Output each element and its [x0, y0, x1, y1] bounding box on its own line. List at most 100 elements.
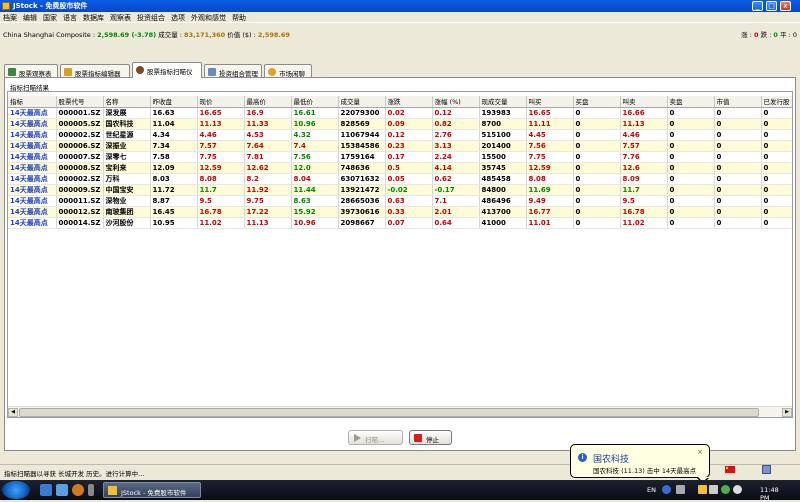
- column-header[interactable]: 成交量: [338, 96, 386, 108]
- table-cell: 0: [573, 107, 621, 119]
- table-cell: 8.87: [150, 195, 198, 207]
- table-row[interactable]: 14天最高点 000012.SZ 南玻集团 16.45 16.78 17.22 15.92 3…: [8, 206, 792, 218]
- table-row[interactable]: 14天最高点 000005.SZ 国农科技 11.04 11.13 11.33 10.96 8…: [8, 118, 792, 130]
- table-cell: 000009.SZ: [56, 184, 104, 196]
- table-cell: 11.02: [620, 217, 668, 229]
- column-header[interactable]: 昨收盘: [150, 96, 198, 108]
- volume-icon[interactable]: [733, 485, 742, 494]
- security-icon[interactable]: [709, 485, 718, 494]
- china-flag-icon[interactable]: [725, 466, 735, 473]
- table-cell: 0: [573, 173, 621, 185]
- tab-indicator-editor[interactable]: 股票指标编辑器: [60, 64, 130, 78]
- table-cell: 11067944: [338, 129, 386, 141]
- show-desktop-icon[interactable]: [40, 484, 52, 496]
- table-row[interactable]: 14天最高点 000009.SZ 中国宝安 11.72 11.7 11.92 11.44 13…: [8, 184, 792, 196]
- menu-look-and-feel[interactable]: 外观和感觉: [188, 12, 229, 23]
- table-cell: 深振业: [103, 140, 151, 152]
- down-label: 跌 :: [760, 31, 772, 39]
- horizontal-scrollbar[interactable]: ◀ ▶: [8, 406, 792, 417]
- help-icon[interactable]: [662, 485, 671, 494]
- tab-portfolio-management[interactable]: 投资组合管理: [204, 64, 262, 78]
- table-row[interactable]: 14天最高点 000006.SZ 深振业 7.34 7.57 7.64 7.4 1538458…: [8, 140, 792, 152]
- table-cell: 0.09: [385, 118, 433, 130]
- column-header[interactable]: 卖盘: [667, 96, 715, 108]
- menu-watchlist[interactable]: 观察表: [107, 12, 134, 23]
- table-row[interactable]: 14天最高点 000014.SZ 沙河股份 10.95 11.02 11.13 10.96 2…: [8, 217, 792, 229]
- keyboard-icon[interactable]: [676, 485, 685, 494]
- table-cell: 0.07: [385, 217, 433, 229]
- scan-button[interactable]: 扫瞄...: [348, 430, 403, 445]
- table-row[interactable]: 14天最高点 000002.SZ 世纪星源 4.34 4.46 4.53 4.32 11067…: [8, 129, 792, 141]
- column-header[interactable]: 买盘: [573, 96, 621, 108]
- notification-close-icon[interactable]: ×: [697, 448, 703, 456]
- table-cell: 0: [667, 217, 715, 229]
- notification-balloon[interactable]: i 国农科技 国农科技 (11.13) 击中 14天最高点 ×: [570, 444, 710, 484]
- column-header[interactable]: 市值: [714, 96, 762, 108]
- maximize-button[interactable]: □: [766, 1, 777, 11]
- table-cell: 8.63: [291, 195, 339, 207]
- menu-help[interactable]: 帮助: [229, 12, 249, 23]
- language-indicator[interactable]: EN: [647, 486, 656, 494]
- table-row[interactable]: 14天最高点 000011.SZ 深物业 8.87 9.5 9.75 8.63 2866503…: [8, 195, 792, 207]
- table-cell: 0: [714, 140, 762, 152]
- menu-database[interactable]: 数据库: [80, 12, 107, 23]
- table-cell: 0: [667, 151, 715, 163]
- recycle-icon[interactable]: [56, 484, 68, 496]
- menu-file[interactable]: 档案: [0, 12, 20, 23]
- browser-icon[interactable]: [72, 484, 84, 496]
- menu-options[interactable]: 选项: [168, 12, 188, 23]
- table-row[interactable]: 14天最高点 000008.SZ 宝利来 12.09 12.59 12.62 12.0 748…: [8, 162, 792, 174]
- table-cell: 0: [714, 217, 762, 229]
- table-cell: 2.76: [432, 129, 480, 141]
- scan-results-title: 指标扫瞄结果: [10, 84, 49, 92]
- tab-indicator-scanner[interactable]: 股票指标扫瞄仪: [132, 62, 202, 78]
- table-cell: 14天最高点: [8, 118, 57, 130]
- table-cell: 8700: [479, 118, 527, 130]
- jstock-tray-icon[interactable]: [698, 485, 707, 494]
- up-label: 涨 :: [741, 31, 752, 39]
- taskbar-item-jstock[interactable]: JStock - 免费股市软件: [103, 482, 201, 498]
- close-button[interactable]: x: [780, 1, 791, 11]
- column-header[interactable]: 现成交量: [479, 96, 527, 108]
- table-cell: 0.5: [385, 162, 433, 174]
- menu-country[interactable]: 国家: [40, 12, 60, 23]
- start-button[interactable]: [2, 481, 30, 499]
- table-cell: 2.24: [432, 151, 480, 163]
- table-row[interactable]: 14天最高点 000007.SZ 深零七 7.58 7.75 7.81 7.56 175916…: [8, 151, 792, 163]
- column-header[interactable]: 最高价: [244, 96, 292, 108]
- column-header[interactable]: 叫买: [526, 96, 574, 108]
- column-header[interactable]: 涨跌: [385, 96, 433, 108]
- column-header[interactable]: 最低价: [291, 96, 339, 108]
- tab-watchlist[interactable]: 股票观察表: [4, 64, 58, 78]
- scroll-left-arrow-icon[interactable]: ◀: [8, 408, 18, 417]
- minimize-button[interactable]: _: [752, 1, 763, 11]
- tab-market-chat[interactable]: 市场闲聊: [264, 64, 312, 78]
- table-cell: 10.96: [291, 217, 339, 229]
- column-header[interactable]: 股票代号: [56, 96, 104, 108]
- menu-edit[interactable]: 编辑: [20, 12, 40, 23]
- table-cell: 0.17: [385, 151, 433, 163]
- column-header[interactable]: 现价: [197, 96, 245, 108]
- table-row[interactable]: 14天最高点 000002.SZ 万科 8.03 8.08 8.2 8.04 63071632…: [8, 173, 792, 185]
- watchlist-icon: [8, 68, 16, 76]
- table-cell: 4.53: [244, 129, 292, 141]
- network-status-icon[interactable]: [762, 465, 771, 474]
- quicklaunch-expand-icon[interactable]: [88, 484, 94, 496]
- table-cell: 000002.SZ: [56, 129, 104, 141]
- table-row[interactable]: 14天最高点 000001.SZ 深发展 16.63 16.65 16.9 16.61 220…: [8, 107, 792, 119]
- network-icon[interactable]: [721, 485, 730, 494]
- menu-portfolio[interactable]: 投资组合: [134, 12, 168, 23]
- menu-language[interactable]: 语言: [60, 12, 80, 23]
- column-header[interactable]: 名称: [103, 96, 151, 108]
- column-header[interactable]: 涨幅 (%): [432, 96, 480, 108]
- scroll-thumb[interactable]: [19, 408, 759, 417]
- table-cell: 0: [667, 118, 715, 130]
- scroll-right-arrow-icon[interactable]: ▶: [782, 408, 792, 417]
- column-header[interactable]: 已发行股: [761, 96, 792, 108]
- table-cell: 0: [714, 184, 762, 196]
- column-header[interactable]: 叫卖: [620, 96, 668, 108]
- column-header[interactable]: 指标: [8, 96, 57, 108]
- table-cell: 12.62: [244, 162, 292, 174]
- table-cell: 4.46: [620, 129, 668, 141]
- stop-button[interactable]: 停止: [409, 430, 452, 445]
